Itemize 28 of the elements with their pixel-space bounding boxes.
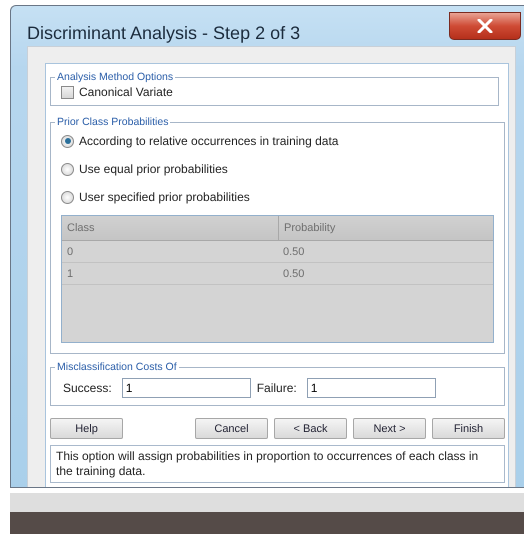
radio-label[interactable]: Use equal prior probabilities [79,162,228,176]
column-header: Probability [278,216,493,240]
radio-label[interactable]: User specified prior probabilities [79,190,250,204]
radio-button[interactable] [61,190,74,204]
dialog-button[interactable]: Next > [353,418,426,439]
group-legend: Analysis Method Options [55,70,176,84]
column-header: Class [66,222,96,234]
dialog-button[interactable]: < Back [274,418,347,439]
table-cell-text: 1 [66,268,74,280]
input-field[interactable]: 1 [306,378,436,398]
field-label: Failure: [256,381,297,395]
checkbox[interactable] [61,86,74,98]
table-cell-text: 0 [66,246,74,258]
radio-label[interactable]: According to relative occurrences in training data [79,134,338,148]
dialog-button[interactable]: Help [50,418,123,439]
close-icon [477,19,493,33]
checkbox-label[interactable]: Canonical Variate [79,85,173,99]
radio-button[interactable] [61,162,74,176]
field-label: Success: [63,381,112,395]
table-cell-text: 0.50 [282,268,306,280]
table-cell-text: 0.50 [282,246,306,258]
close-button[interactable] [449,12,521,40]
input-field[interactable]: 1 [122,378,251,398]
dialog-button[interactable]: Finish [432,418,505,439]
radio-button[interactable] [61,134,74,148]
help-message: This option will assign probabilities in proportion to occurrences of each class in the training data. [50,445,505,483]
dialog-button[interactable]: Cancel [195,418,268,439]
window-title: Discriminant Analysis - Step 2 of 3 [27,23,300,44]
